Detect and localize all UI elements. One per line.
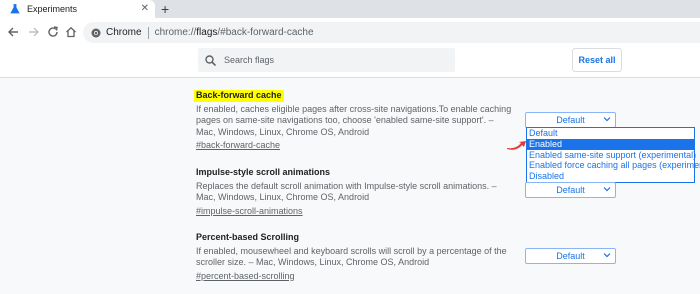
experiment-description: If enabled, caches eligible pages after … [196,103,512,137]
chevron-down-icon [603,117,611,122]
search-icon [205,54,216,66]
experiment-impulse-scroll: Impulse-style scroll animations Replaces… [196,167,512,217]
select-value: Default [556,251,585,261]
experiment-select-percent-scrolling[interactable]: Default [525,248,616,264]
search-flags-box[interactable] [198,48,455,72]
dropdown-option-disabled[interactable]: Disabled [527,171,694,182]
dropdown-option-enabled-same-site[interactable]: Enabled same-site support (experimental) [527,150,696,161]
url-text: chrome://flags/#back-forward-cache [154,27,314,38]
reload-icon [48,26,58,37]
home-icon [66,26,76,38]
tab-experiments[interactable]: Experiments ✕ [0,0,155,18]
chrome-icon [91,28,101,37]
experiment-link[interactable]: #impulse-scroll-animations [196,206,303,218]
experiment-select-impulse-scroll[interactable]: Default [525,182,616,198]
close-icon[interactable]: ✕ [141,3,149,14]
experiment-percent-scrolling: Percent-based Scrolling If enabled, mous… [196,232,512,282]
address-bar[interactable]: Chrome chrome://flags/#back-forward-cach… [83,22,700,43]
experiment-title: Back-forward cache [194,90,284,102]
dropdown-list: Default Enabled Enabled same-site suppor… [526,127,700,183]
dropdown-option-enabled-force-caching[interactable]: Enabled force caching all pages (experim… [527,160,700,171]
experiment-select-back-forward-cache[interactable]: Default [525,112,616,128]
forward-arrow-icon [29,27,39,37]
experiment-description: Replaces the default scroll animation wi… [196,180,497,203]
experiment-link[interactable]: #percent-based-scrolling [196,271,295,283]
forward-button[interactable] [26,24,42,40]
reload-button[interactable] [45,24,61,40]
tab-title: Experiments [27,4,78,14]
experiment-title: Impulse-style scroll animations [196,167,331,177]
omnibox-separator [147,26,149,39]
select-value: Default [556,115,585,125]
chevron-down-icon [603,187,611,192]
experiment-title: Percent-based Scrolling [196,232,300,242]
back-arrow-icon [8,27,18,37]
flags-header: Reset all [0,47,700,78]
reset-all-button[interactable]: Reset all [572,48,622,72]
tab-strip: Experiments ✕ + [0,0,700,18]
experiment-back-forward-cache: Back-forward cache If enabled, caches el… [194,90,512,152]
search-input[interactable] [222,54,446,66]
experiment-description: If enabled, mousewheel and keyboard scro… [196,245,507,268]
home-button[interactable] [63,24,79,40]
back-button[interactable] [5,24,21,40]
experiment-link[interactable]: #back-forward-cache [196,140,280,152]
flask-icon [10,4,20,14]
select-value: Default [556,185,585,195]
red-arrow-icon [507,141,526,150]
dropdown-option-default[interactable]: Default [527,128,694,139]
new-tab-button[interactable]: + [161,1,169,17]
chevron-down-icon [603,253,611,258]
browser-toolbar: Chrome chrome://flags/#back-forward-cach… [0,18,700,48]
dropdown-option-enabled[interactable]: Enabled [527,138,694,150]
site-name: Chrome [106,27,142,38]
